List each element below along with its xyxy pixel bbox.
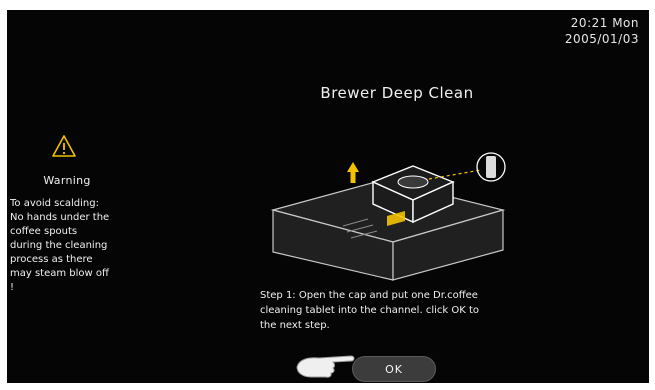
screen: 20:21 Mon 2005/01/03 Brewer Deep Clean W… xyxy=(0,0,655,390)
clock-date: 2005/01/03 xyxy=(564,32,639,46)
step-instructions: Step 1: Open the cap and put one Dr.coff… xyxy=(260,288,540,333)
warning-line: No hands under the xyxy=(10,212,110,223)
step-line: cleaning tablet into the channel. click … xyxy=(260,305,479,316)
step-line: the next step. xyxy=(260,320,330,331)
warning-triangle-icon xyxy=(52,135,76,157)
warning-line: during the cleaning xyxy=(10,240,108,251)
warning-line: may steam blow off xyxy=(10,268,109,279)
ok-button[interactable]: OK xyxy=(352,356,436,382)
warning-line: To avoid scalding: xyxy=(10,198,99,209)
brewer-cleaning-illustration xyxy=(270,152,506,281)
page-title: Brewer Deep Clean xyxy=(320,84,474,102)
step-line: Step 1: Open the cap and put one Dr.coff… xyxy=(260,290,478,301)
warning-message: To avoid scalding: No hands under the co… xyxy=(10,197,135,295)
display-panel: 20:21 Mon 2005/01/03 Brewer Deep Clean W… xyxy=(7,10,649,383)
warning-line: coffee spouts xyxy=(10,226,78,237)
clock: 20:21 Mon 2005/01/03 xyxy=(565,15,639,47)
clock-time: 20:21 Mon xyxy=(570,16,639,30)
warning-line: process as there xyxy=(10,254,93,265)
up-arrow xyxy=(347,162,359,183)
warning-title: Warning xyxy=(43,174,91,187)
warning-line: ! xyxy=(10,282,15,293)
